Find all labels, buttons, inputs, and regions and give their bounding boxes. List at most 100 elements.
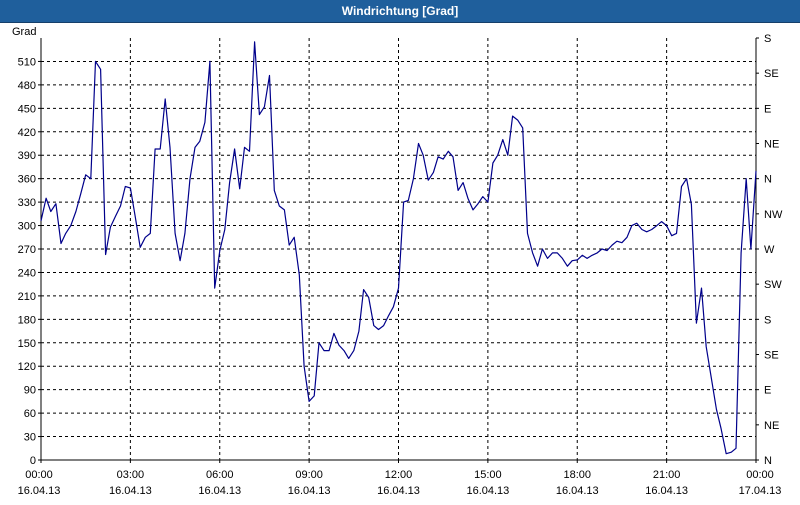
data-point: [597, 252, 598, 253]
data-point: [666, 225, 667, 226]
compass-tick-label: S: [764, 33, 771, 45]
data-point: [95, 61, 96, 62]
data-point: [105, 254, 106, 255]
data-point: [234, 148, 235, 149]
data-point: [329, 350, 330, 351]
x-tick-time-label: 03:00: [117, 469, 145, 481]
data-point: [676, 233, 677, 234]
data-point: [75, 211, 76, 212]
data-point: [527, 233, 528, 234]
data-point: [403, 202, 404, 203]
data-point: [542, 248, 543, 249]
y-tick-label: 510: [18, 56, 36, 68]
series-line: [40, 41, 757, 455]
y-tick-label: 180: [18, 314, 36, 326]
data-point: [438, 156, 439, 157]
data-point: [741, 252, 742, 253]
x-tick-time-label: 00:00: [25, 469, 53, 481]
data-point: [189, 178, 190, 179]
data-point: [343, 350, 344, 351]
data-point: [463, 182, 464, 183]
data-point: [150, 233, 151, 234]
data-point: [125, 186, 126, 187]
data-point: [284, 209, 285, 210]
data-point: [249, 151, 250, 152]
data-point: [502, 139, 503, 140]
data-point: [413, 178, 414, 179]
x-tick-date-label: 16.04.13: [109, 485, 152, 497]
data-point: [309, 401, 310, 402]
data-point: [721, 428, 722, 429]
data-point: [636, 223, 637, 224]
compass-tick-label: N: [764, 455, 772, 467]
data-point: [373, 325, 374, 326]
data-point: [60, 243, 61, 244]
data-point: [443, 159, 444, 160]
data-point: [378, 329, 379, 330]
data-point: [279, 205, 280, 206]
data-point: [517, 120, 518, 121]
data-point: [353, 350, 354, 351]
grid-lines: [41, 38, 756, 460]
data-point: [224, 229, 225, 230]
data-point: [194, 147, 195, 148]
data-point: [552, 252, 553, 253]
data-point: [631, 225, 632, 226]
data-point: [244, 147, 245, 148]
data-point: [696, 323, 697, 324]
data-point: [140, 247, 141, 248]
data-point: [706, 346, 707, 347]
chart-title-text: Windrichtung [Grad]: [341, 4, 459, 18]
data-point: [428, 180, 429, 181]
y-tick-label: 360: [18, 174, 36, 186]
data-point: [735, 448, 736, 449]
data-point: [323, 350, 324, 351]
data-point: [507, 155, 508, 156]
data-point: [40, 220, 41, 221]
data-point: [601, 248, 602, 249]
data-point: [472, 209, 473, 210]
x-tick-time-label: 21:00: [653, 469, 681, 481]
data-point: [686, 178, 687, 179]
data-point: [562, 258, 563, 259]
data-point: [358, 331, 359, 332]
data-point: [214, 288, 215, 289]
x-tick-time-label: 15:00: [474, 469, 502, 481]
data-point: [383, 325, 384, 326]
data-point: [522, 127, 523, 128]
data-point: [363, 289, 364, 290]
y-tick-label: 300: [18, 221, 36, 233]
chart-title: Windrichtung [Grad]: [0, 0, 800, 23]
data-point: [180, 260, 181, 261]
data-point: [70, 225, 71, 226]
data-point: [115, 216, 116, 217]
data-point: [229, 182, 230, 183]
y-tick-label: 30: [24, 432, 36, 444]
compass-tick-label: SW: [764, 279, 782, 291]
x-tick-date-label: 16.04.13: [466, 485, 509, 497]
data-point: [477, 203, 478, 204]
data-point: [333, 333, 334, 334]
tick-labels: 0 30 60 90 120 150 180 210 240 270 300 330 360 390 420…: [12, 26, 783, 497]
data-point: [239, 188, 240, 189]
data-point: [264, 106, 265, 107]
data-point: [711, 377, 712, 378]
y-tick-label: 330: [18, 197, 36, 209]
data-point: [348, 358, 349, 359]
data-point: [671, 235, 672, 236]
data-point: [169, 147, 170, 148]
data-point: [641, 229, 642, 230]
x-tick-time-label: 12:00: [385, 469, 413, 481]
data-point: [418, 143, 419, 144]
data-point: [175, 233, 176, 234]
y-tick-label: 390: [18, 150, 36, 162]
data-point: [746, 178, 747, 179]
data-point: [318, 342, 319, 343]
compass-tick-label: NE: [764, 420, 779, 432]
data-point: [726, 453, 727, 454]
data-point: [651, 229, 652, 230]
data-point: [482, 196, 483, 197]
data-point: [681, 186, 682, 187]
chart-area: 0 30 60 90 120 150 180 210 240 270 300 330 360 390 420…: [0, 23, 800, 500]
y-tick-label: 450: [18, 103, 36, 115]
